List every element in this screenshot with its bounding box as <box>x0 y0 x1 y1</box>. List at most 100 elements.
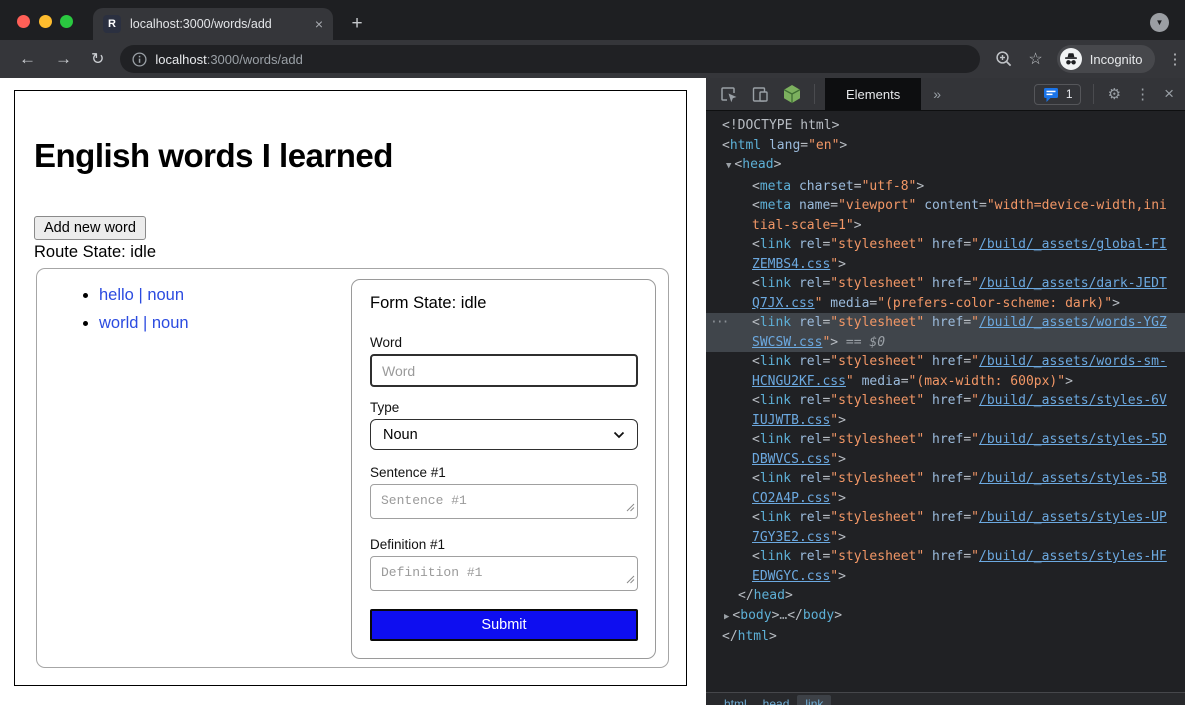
line-options-icon[interactable]: ··· <box>710 313 727 333</box>
type-label: Type <box>370 400 399 415</box>
resize-grip-icon[interactable] <box>626 501 635 516</box>
dom-tree-line[interactable]: EDWGYC.css"> <box>706 567 1185 587</box>
toolbar-divider <box>814 84 815 104</box>
route-state-text: Route State: idle <box>34 243 156 262</box>
incognito-profile-chip[interactable]: Incognito <box>1057 45 1155 73</box>
page-content-box: English words I learned Add new word Rou… <box>14 90 687 686</box>
issues-counter[interactable]: 1 <box>1034 84 1081 105</box>
dom-tree-line[interactable]: 7GY3E2.css"> <box>706 528 1185 548</box>
type-select[interactable]: Noun <box>370 419 638 450</box>
browser-toolbar: ← → ↻ localhost:3000/words/add ☆ <box>0 40 1185 78</box>
url-text: localhost:3000/words/add <box>155 52 302 67</box>
tab-title: localhost:3000/words/add <box>130 17 309 31</box>
dom-tree-line[interactable]: <meta charset="utf-8"> <box>706 177 1185 197</box>
maximize-window-button[interactable] <box>60 15 73 28</box>
word-link[interactable]: hello | noun <box>99 286 184 304</box>
definition-label: Definition #1 <box>370 537 445 552</box>
remix-favicon-icon: R <box>103 15 121 33</box>
sentence-placeholder: Sentence #1 <box>381 493 467 508</box>
word-input[interactable] <box>370 354 638 387</box>
dom-tree-line[interactable]: ▼<head> <box>706 155 1185 177</box>
dom-tree-line[interactable]: tial-scale=1"> <box>706 216 1185 236</box>
minimize-window-button[interactable] <box>39 15 52 28</box>
word-link[interactable]: world | noun <box>99 314 189 332</box>
dom-tree-line[interactable]: ▶<body>…</body> <box>706 606 1185 628</box>
devtools-panel: Elements » 1 ⚙ ⋮ × <!DOCTYPE html><html … <box>706 78 1185 705</box>
incognito-label: Incognito <box>1090 52 1143 67</box>
dom-tree-line[interactable]: </head> <box>706 586 1185 606</box>
dom-tree-line[interactable]: </html> <box>706 627 1185 647</box>
list-item: world | noun <box>99 314 189 333</box>
page-title: English words I learned <box>34 137 393 175</box>
dom-tree-line[interactable]: <link rel="stylesheet" href="/build/_ass… <box>706 508 1185 528</box>
back-button[interactable]: ← <box>19 49 36 69</box>
tab-strip: R localhost:3000/words/add × + ▼ <box>0 0 1185 40</box>
dom-tree-line[interactable]: <meta name="viewport" content="width=dev… <box>706 196 1185 216</box>
url-host: localhost <box>155 52 206 67</box>
form-state-text: Form State: idle <box>370 294 486 313</box>
dom-tree-line[interactable]: <link rel="stylesheet" href="/build/_ass… <box>706 352 1185 372</box>
site-info-icon[interactable] <box>132 52 147 67</box>
sentence-label: Sentence #1 <box>370 465 446 480</box>
breadcrumb-item-head[interactable]: head <box>755 695 798 705</box>
dom-tree-line[interactable]: <link rel="stylesheet" href="/build/_ass… <box>706 430 1185 450</box>
dom-tree-line[interactable]: <!DOCTYPE html> <box>706 116 1185 136</box>
close-window-button[interactable] <box>17 15 30 28</box>
bookmark-star-icon[interactable]: ☆ <box>1028 49 1042 69</box>
dom-tree-line[interactable]: HCNGU2KF.css" media="(max-width: 600px)"… <box>706 372 1185 392</box>
devtools-menu-icon[interactable]: ⋮ <box>1135 85 1150 103</box>
dom-tree-line[interactable]: ZEMBS4.css"> <box>706 255 1185 275</box>
breadcrumb-item-link[interactable]: link <box>797 695 831 705</box>
dom-tree-line[interactable]: <link rel="stylesheet" href="/build/_ass… <box>706 391 1185 411</box>
devtools-breadcrumb: html head link <box>706 692 1185 705</box>
browser-window: R localhost:3000/words/add × + ▼ ← → ↻ l… <box>0 0 1185 705</box>
words-container: hello | noun world | noun Form State: id… <box>36 268 669 668</box>
web-page: English words I learned Add new word Rou… <box>0 78 706 705</box>
devtools-toolbar: Elements » 1 ⚙ ⋮ × <box>706 78 1185 111</box>
browser-tab[interactable]: R localhost:3000/words/add × <box>93 8 333 40</box>
dom-tree-line[interactable]: <link rel="stylesheet" href="/build/_ass… <box>706 274 1185 294</box>
devtools-close-icon[interactable]: × <box>1164 84 1174 104</box>
dom-tree-line[interactable]: CO2A4P.css"> <box>706 489 1185 509</box>
dom-tree-line[interactable]: SWCSW.css"> == $0 <box>706 333 1185 353</box>
dom-tree-line[interactable]: Q7JX.css" media="(prefers-color-scheme: … <box>706 294 1185 314</box>
sentence-textarea[interactable]: Sentence #1 <box>370 484 638 519</box>
dom-tree-line[interactable]: <link rel="stylesheet" href="/build/_ass… <box>706 469 1185 489</box>
address-bar[interactable]: localhost:3000/words/add <box>120 45 980 73</box>
dom-tree-line[interactable]: DBWVCS.css"> <box>706 450 1185 470</box>
add-new-word-button[interactable]: Add new word <box>34 216 146 240</box>
word-list: hello | noun world | noun <box>59 286 189 342</box>
submit-button[interactable]: Submit <box>370 609 638 641</box>
dom-tree-line[interactable]: ···<link rel="stylesheet" href="/build/_… <box>706 313 1185 333</box>
zoom-page-button[interactable] <box>995 50 1013 68</box>
forward-button[interactable]: → <box>55 49 72 69</box>
devtools-settings-icon[interactable]: ⚙ <box>1108 85 1121 103</box>
tab-elements[interactable]: Elements <box>825 78 921 110</box>
dom-tree-line[interactable]: <html lang="en"> <box>706 136 1185 156</box>
definition-textarea[interactable]: Definition #1 <box>370 556 638 591</box>
incognito-avatar <box>1060 48 1082 70</box>
browser-menu-button[interactable]: ⋮ <box>1168 50 1183 68</box>
tab-search-button[interactable]: ▼ <box>1150 13 1169 32</box>
issues-bubble-icon <box>1042 85 1060 103</box>
dom-tree-line[interactable]: <link rel="stylesheet" href="/build/_ass… <box>706 235 1185 255</box>
add-word-form-card: Form State: idle Word Type Noun Sentence… <box>351 279 656 659</box>
breadcrumb-item-html[interactable]: html <box>716 695 755 705</box>
extension-cube-icon[interactable] <box>782 84 802 104</box>
list-item: hello | noun <box>99 286 189 305</box>
reload-button[interactable]: ↻ <box>91 49 104 69</box>
device-toolbar-icon[interactable] <box>750 84 770 104</box>
dom-tree-line[interactable]: IUJWTB.css"> <box>706 411 1185 431</box>
definition-placeholder: Definition #1 <box>381 565 482 580</box>
new-tab-button[interactable]: + <box>345 12 369 36</box>
devtools-dom-tree[interactable]: <!DOCTYPE html><html lang="en">▼<head><m… <box>706 111 1185 671</box>
incognito-icon <box>1064 52 1078 66</box>
close-tab-icon[interactable]: × <box>315 16 323 32</box>
word-label: Word <box>370 335 402 350</box>
more-panels-icon[interactable]: » <box>933 86 941 102</box>
url-path: :3000/words/add <box>207 52 303 67</box>
resize-grip-icon[interactable] <box>626 573 635 588</box>
inspect-element-icon[interactable] <box>718 84 738 104</box>
toolbar-divider <box>1093 84 1094 104</box>
dom-tree-line[interactable]: <link rel="stylesheet" href="/build/_ass… <box>706 547 1185 567</box>
